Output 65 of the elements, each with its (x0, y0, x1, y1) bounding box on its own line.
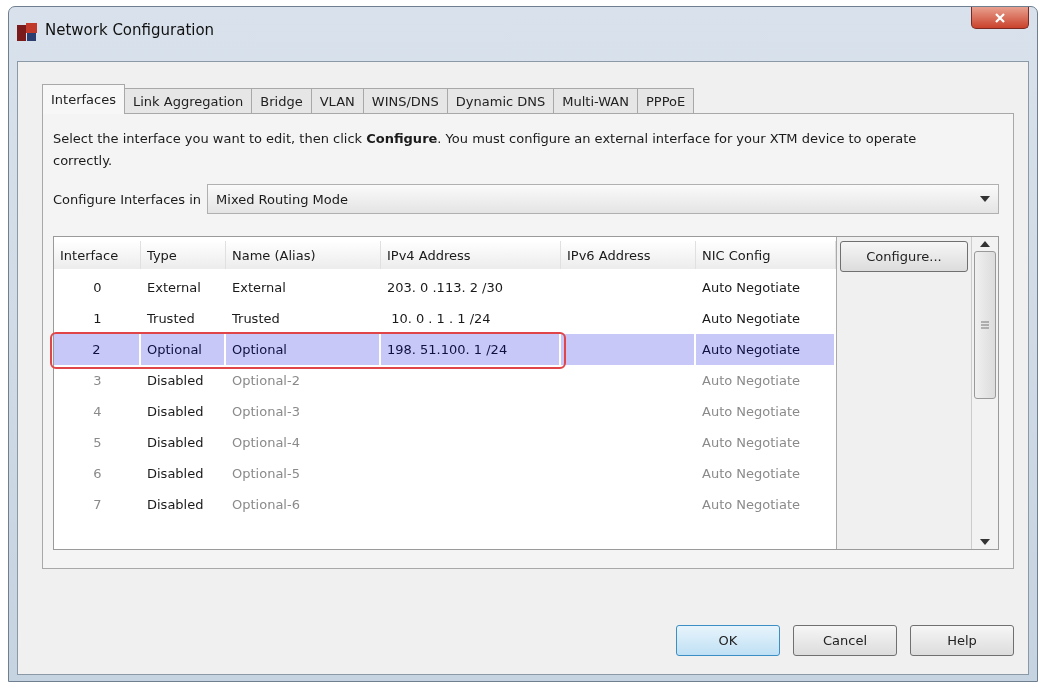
table-cell-text: Auto Negotiate (701, 434, 801, 452)
tab[interactable]: Multi-WAN (553, 88, 638, 114)
table-cell-text: Optional-2 (231, 372, 301, 390)
column-header[interactable]: Interface (54, 241, 141, 269)
table-cell-text: Auto Negotiate (701, 372, 801, 390)
table-cell-text: Auto Negotiate (701, 279, 801, 297)
table-cell: Optional (226, 334, 379, 365)
scroll-down-icon (980, 539, 990, 545)
table-cell: Optional (141, 334, 224, 365)
dialog-button[interactable]: Cancel (793, 625, 897, 656)
instruction-text: Select the interface you want to edit, then click Configure. You must configure an external interface for your XTM device to operate correctly. (53, 130, 918, 170)
table-cell-text: 7 (92, 496, 103, 514)
app-logo-icon (17, 23, 37, 41)
table-cell-text: 0 (92, 279, 103, 297)
column-header[interactable]: NIC Config (696, 241, 836, 269)
table-cell-text: External (146, 279, 202, 297)
table-cell-text: Auto Negotiate (701, 403, 801, 421)
close-button[interactable] (971, 7, 1029, 29)
table-cell-text: Optional-4 (231, 434, 301, 452)
mode-label: Configure Interfaces in (53, 191, 202, 207)
tab[interactable]: Interfaces (42, 84, 125, 114)
scroll-up-icon (980, 241, 990, 247)
table-cell-text: Auto Negotiate (701, 496, 801, 514)
table-cell-text: Trusted (231, 310, 281, 328)
column-header[interactable]: IPv4 Address (381, 241, 561, 269)
table-cell-text: 10. 0 . 1 . 1 /24 (390, 310, 492, 328)
scrollbar[interactable] (971, 237, 998, 549)
tab[interactable]: Bridge (251, 88, 312, 114)
mode-dropdown[interactable]: Mixed Routing Mode (207, 184, 999, 214)
table-cell-text: Optional-5 (231, 465, 301, 483)
table-cell-text: External (231, 279, 287, 297)
table-cell-text: Disabled (146, 496, 205, 514)
scroll-thumb[interactable] (974, 251, 996, 399)
table-cell-text: Optional-3 (231, 403, 301, 421)
configure-button[interactable]: Configure... (840, 241, 968, 272)
column-header[interactable]: Name (Alias) (226, 241, 381, 269)
table-cell-text: 5 (92, 434, 103, 452)
tab[interactable]: VLAN (310, 88, 364, 114)
table-cell-text: 4 (92, 403, 103, 421)
table-cell-text: Optional-6 (231, 496, 301, 514)
table-cell-text: Auto Negotiate (701, 465, 801, 483)
tab[interactable]: Link Aggregation (124, 88, 253, 114)
table-cell-text: Disabled (146, 403, 205, 421)
table-cell-text: 203. 0 .113. 2 /30 (386, 279, 505, 297)
table-cell: 198. 51.100. 1 /24 (381, 334, 559, 365)
table-cell-text: Auto Negotiate (701, 310, 801, 328)
table-cell: 2 (54, 334, 139, 365)
close-icon (995, 12, 1005, 23)
dialog-button[interactable]: Help (910, 625, 1014, 656)
table-cell-text: Disabled (146, 465, 205, 483)
tab[interactable]: PPPoE (636, 88, 695, 114)
table-cell-text: Trusted (146, 310, 196, 328)
table-cell-text: Disabled (146, 372, 205, 390)
table-cell: Auto Negotiate (696, 334, 834, 365)
table-cell-text: 3 (92, 372, 103, 390)
window-title: Network Configuration (45, 21, 215, 39)
tab[interactable]: Dynamic DNS (446, 88, 555, 114)
table-cell-text: 1 (92, 310, 103, 328)
column-header[interactable]: Type (141, 241, 226, 269)
dialog-button[interactable]: OK (676, 625, 780, 656)
table-cell-text: 6 (92, 465, 103, 483)
table-cell-text: Disabled (146, 434, 205, 452)
dropdown-caret-icon (980, 196, 990, 202)
tab[interactable]: WINS/DNS (362, 88, 448, 114)
column-header[interactable]: IPv6 Address (561, 241, 696, 269)
